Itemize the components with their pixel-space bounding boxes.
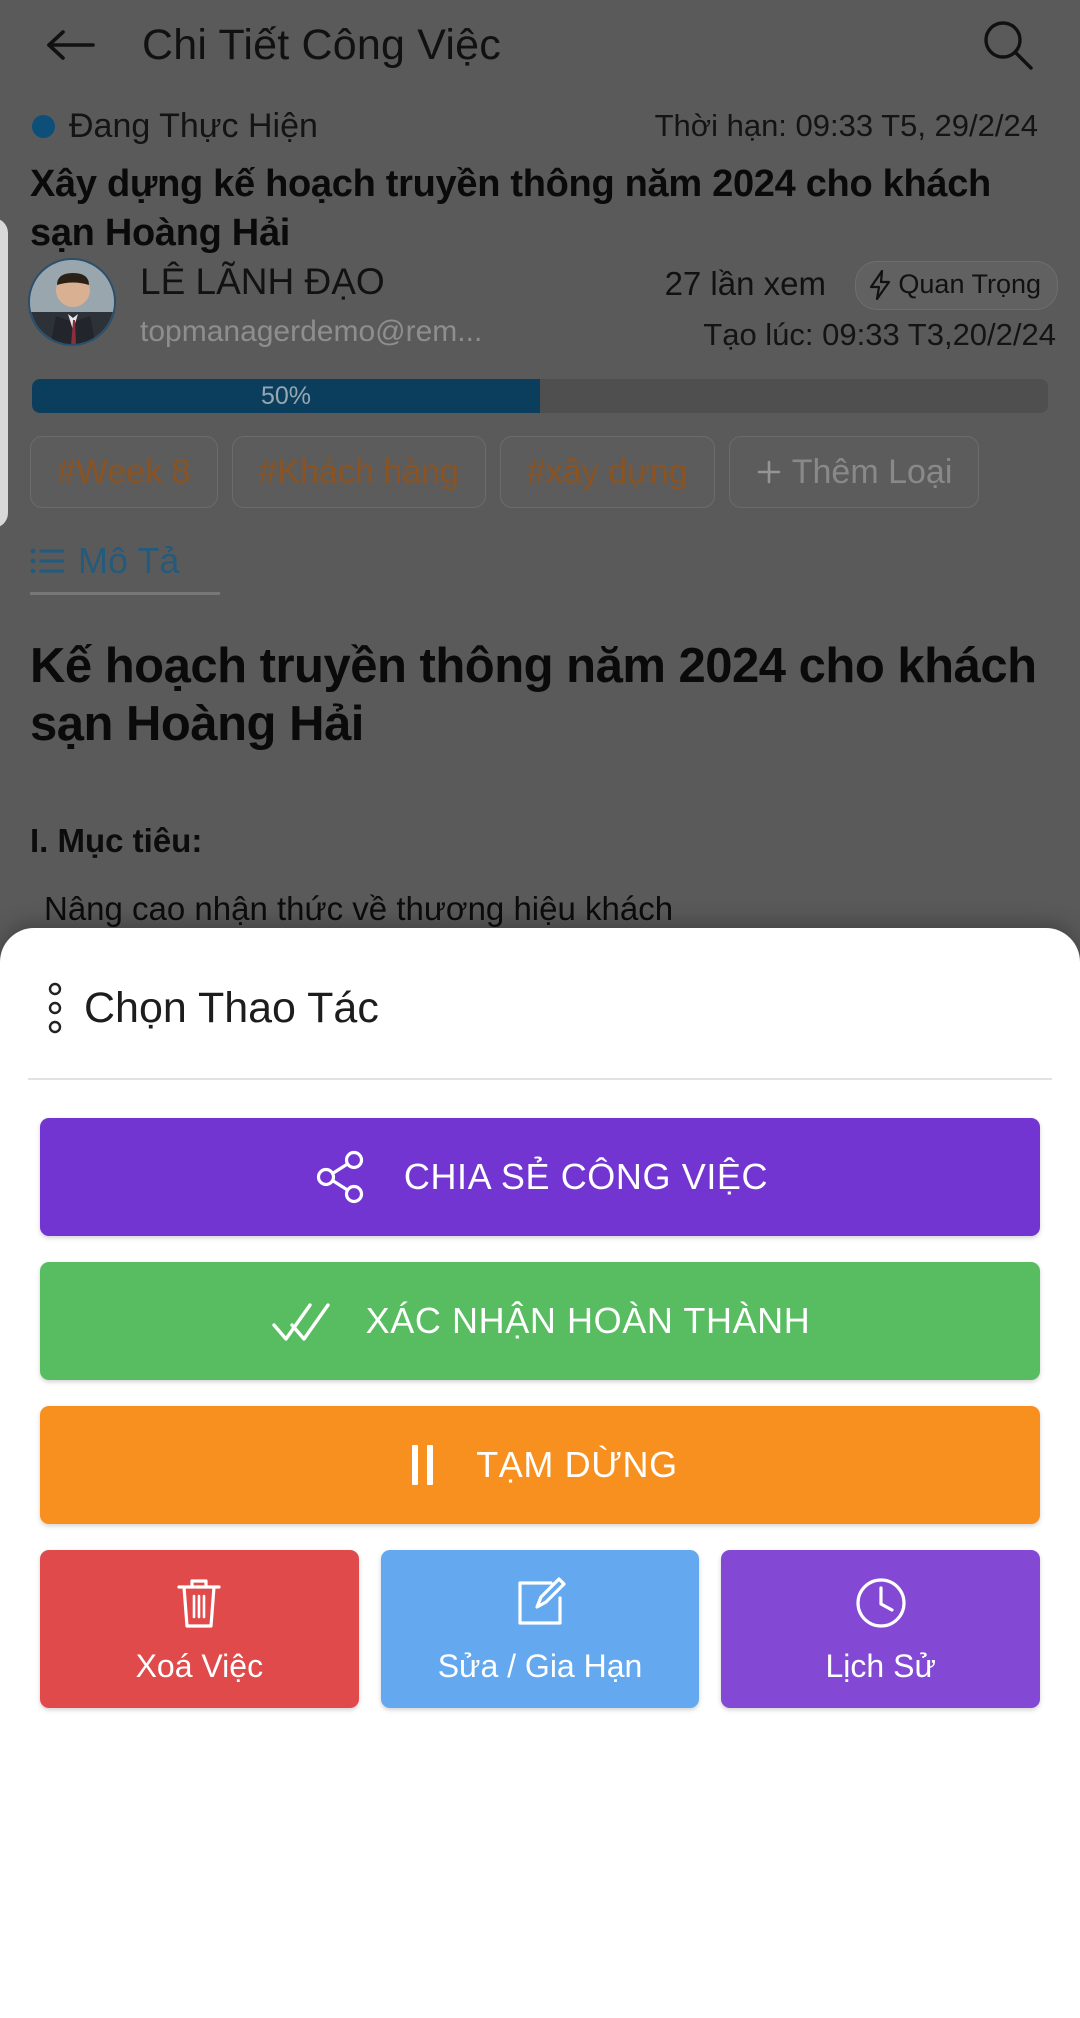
- confirm-complete-label: XÁC NHẬN HOÀN THÀNH: [365, 1300, 811, 1341]
- tab-description[interactable]: Mô Tả: [30, 540, 220, 595]
- sheet-secondary-actions: Xoá Việc Sửa / Gia Hạn Lịch Sử: [0, 1550, 1080, 1708]
- priority-label: Quan Trọng: [898, 269, 1041, 299]
- status-row: Đang Thực Hiện Thời hạn: 09:33 T5, 29/2/…: [0, 100, 1080, 152]
- delete-task-label: Xoá Việc: [135, 1647, 264, 1684]
- list-icon: [30, 548, 64, 574]
- pause-task-button[interactable]: TẠM DỪNG: [40, 1406, 1040, 1524]
- more-vertical-icon[interactable]: [48, 982, 62, 1034]
- task-title: Xây dựng kế hoạch truyền thông năm 2024 …: [30, 163, 991, 255]
- plus-icon: [757, 460, 781, 484]
- owner-row: LÊ LÃNH ĐẠO topmanagerdemo@rem... 27 lần…: [28, 255, 1058, 365]
- confirm-complete-button[interactable]: XÁC NHẬN HOÀN THÀNH: [40, 1262, 1040, 1380]
- search-icon: [984, 21, 1033, 70]
- double-check-icon: [271, 1303, 330, 1341]
- progress-label: 50%: [260, 381, 312, 410]
- avatar[interactable]: [28, 258, 116, 346]
- action-bottom-sheet: Chọn Thao Tác CHIA SẺ CÔNG VIỆC XÁC NHẬN…: [0, 928, 1080, 2018]
- owner-name: LÊ LÃNH ĐẠO: [140, 261, 385, 302]
- progress-bar[interactable]: 50%: [32, 379, 1048, 413]
- sheet-header: Chọn Thao Tác: [0, 928, 1080, 1034]
- arrow-left-icon: [47, 30, 95, 60]
- share-icon: [316, 1150, 363, 1204]
- page-title: Chi Tiết Công Việc: [142, 20, 501, 69]
- tag-chip[interactable]: #xây dựng: [499, 436, 715, 508]
- avatar-photo: [30, 260, 114, 344]
- bolt-icon: [870, 269, 891, 300]
- edit-task-button[interactable]: Sửa / Gia Hạn: [380, 1550, 700, 1708]
- trash-icon: [177, 1578, 221, 1628]
- tab-description-label: Mô Tả: [78, 540, 180, 581]
- add-tag-label: Thêm Loại: [791, 452, 953, 491]
- status-label: Đang Thực Hiện: [69, 106, 318, 145]
- app-bar: Chi Tiết Công Việc: [0, 0, 1080, 90]
- share-task-button[interactable]: CHIA SẺ CÔNG VIỆC: [40, 1118, 1040, 1236]
- priority-badge: Quan Trọng: [855, 261, 1058, 310]
- description-section-title: I. Mục tiêu:: [30, 822, 203, 859]
- pause-icon: [412, 1445, 434, 1485]
- search-button[interactable]: [976, 13, 1040, 77]
- add-tag-button[interactable]: Thêm Loại: [728, 436, 980, 508]
- status-dot-icon: [32, 114, 55, 138]
- tab-underline: [30, 592, 220, 595]
- view-count: 27 lần xem: [664, 265, 826, 302]
- owner-email: topmanagerdemo@rem...: [140, 315, 483, 348]
- sheet-title: Chọn Thao Tác: [84, 983, 379, 1032]
- tags-row: #Week 8 #Khách hàng #xây dựng Thêm Loại: [30, 436, 1080, 508]
- description-heading: Kế hoạch truyền thông năm 2024 cho khách…: [30, 639, 1037, 751]
- page-edge-decoration: [0, 218, 8, 528]
- tag-chip[interactable]: #Khách hàng: [231, 436, 486, 508]
- share-task-label: CHIA SẺ CÔNG VIỆC: [403, 1156, 769, 1197]
- delete-task-button[interactable]: Xoá Việc: [40, 1550, 359, 1708]
- pause-task-label: TẠM DỪNG: [476, 1444, 678, 1485]
- sheet-actions: CHIA SẺ CÔNG VIỆC XÁC NHẬN HOÀN THÀNH TẠ…: [0, 1080, 1080, 1524]
- edit-square-icon: [518, 1576, 566, 1625]
- app-screen: Chi Tiết Công Việc Đang Thực Hiện Thời h…: [0, 0, 1080, 2018]
- description-bullet: Nâng cao nhận thức về thương hiệu khách: [44, 890, 1060, 928]
- progress-fill: 50%: [32, 379, 540, 413]
- deadline-label: Thời hạn: 09:33 T5, 29/2/24: [654, 108, 1038, 143]
- clock-icon: [856, 1577, 906, 1628]
- edit-task-label: Sửa / Gia Hạn: [437, 1647, 643, 1684]
- back-button[interactable]: [40, 14, 102, 76]
- history-label: Lịch Sử: [825, 1647, 936, 1684]
- tag-chip[interactable]: #Week 8: [30, 436, 218, 508]
- created-label: Tạo lúc: 09:33 T3,20/2/24: [703, 317, 1056, 352]
- description-bullet-text: Nâng cao nhận thức về thương hiệu khách: [44, 890, 674, 927]
- history-button[interactable]: Lịch Sử: [721, 1550, 1041, 1708]
